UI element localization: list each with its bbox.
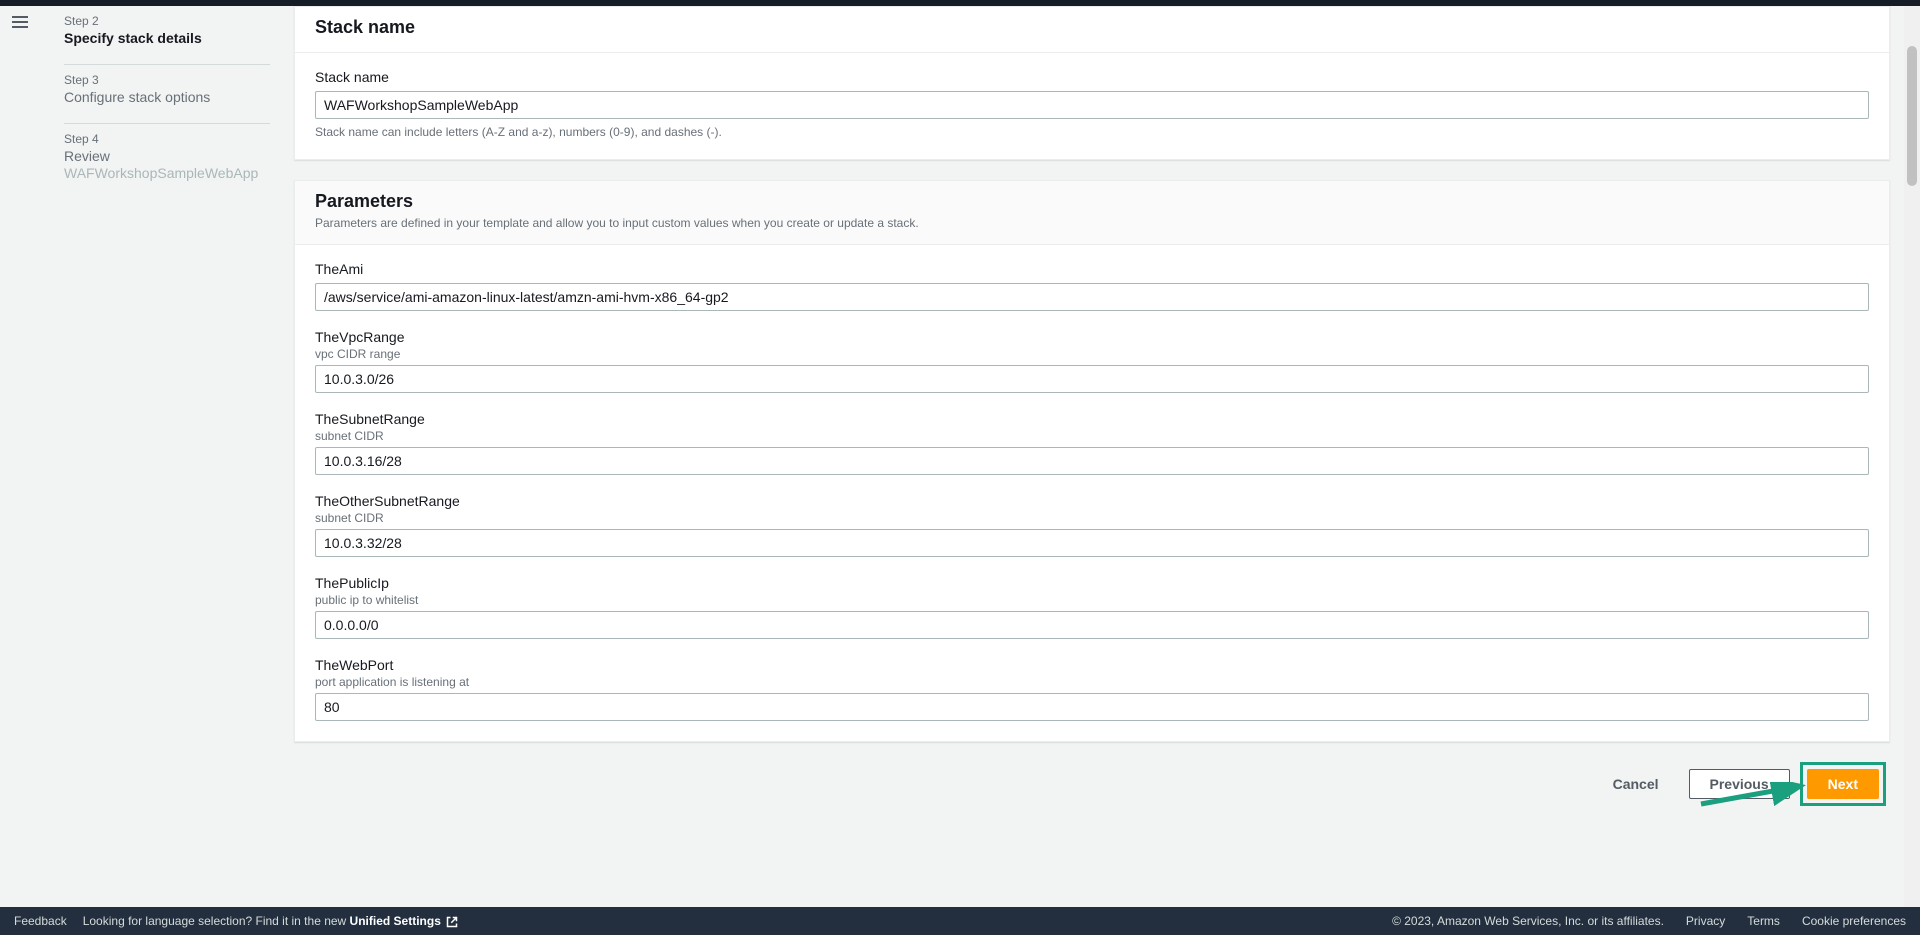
stack-name-input[interactable]: [315, 91, 1869, 119]
vertical-scrollbar[interactable]: [1904, 6, 1920, 907]
parameters-desc: Parameters are defined in your template …: [315, 216, 1869, 230]
step-subtitle: WAFWorkshopSampleWebApp: [64, 164, 270, 184]
step-title: Review: [64, 148, 270, 164]
param-sub: public ip to whitelist: [315, 593, 1869, 607]
param-label: TheAmi: [315, 261, 1869, 277]
next-button[interactable]: Next: [1807, 769, 1879, 799]
footer-copyright: © 2023, Amazon Web Services, Inc. or its…: [1392, 914, 1664, 928]
cancel-button[interactable]: Cancel: [1593, 770, 1679, 798]
param-thevpcrange: TheVpcRange vpc CIDR range: [315, 329, 1869, 393]
step-label: Step 3: [64, 73, 270, 87]
wizard-sidebar: Step 2 Specify stack details Step 3 Conf…: [40, 6, 294, 907]
step-title: Specify stack details: [64, 30, 270, 46]
param-input-thesubnetrange[interactable]: [315, 447, 1869, 475]
param-input-thepublicip[interactable]: [315, 611, 1869, 639]
terms-link[interactable]: Terms: [1747, 914, 1780, 928]
footer-lang-text: Looking for language selection? Find it …: [83, 914, 459, 928]
param-theothersubnetrange: TheOtherSubnetRange subnet CIDR: [315, 493, 1869, 557]
wizard-step-4[interactable]: Step 4 Review WAFWorkshopSampleWebApp: [64, 124, 270, 202]
stack-name-heading: Stack name: [315, 17, 1869, 38]
stack-name-label: Stack name: [315, 69, 1869, 85]
step-title: Configure stack options: [64, 89, 270, 105]
param-label: ThePublicIp: [315, 575, 1869, 591]
unified-settings-link[interactable]: Unified Settings: [350, 914, 459, 928]
parameters-panel: Parameters Parameters are defined in you…: [294, 180, 1890, 742]
scrollbar-thumb[interactable]: [1907, 46, 1917, 186]
external-link-icon: [446, 916, 458, 928]
parameters-heading: Parameters: [315, 191, 1869, 212]
wizard-step-2[interactable]: Step 2 Specify stack details: [64, 6, 270, 65]
step-label: Step 4: [64, 132, 270, 146]
param-input-thewebport[interactable]: [315, 693, 1869, 721]
param-label: TheSubnetRange: [315, 411, 1869, 427]
param-thepublicip: ThePublicIp public ip to whitelist: [315, 575, 1869, 639]
stack-name-panel: Stack name Stack name Stack name can inc…: [294, 6, 1890, 160]
param-sub: subnet CIDR: [315, 511, 1869, 525]
stack-name-help: Stack name can include letters (A-Z and …: [315, 125, 1869, 139]
param-sub: subnet CIDR: [315, 429, 1869, 443]
param-input-theami[interactable]: [315, 283, 1869, 311]
param-label: TheOtherSubnetRange: [315, 493, 1869, 509]
wizard-step-3[interactable]: Step 3 Configure stack options: [64, 65, 270, 124]
privacy-link[interactable]: Privacy: [1686, 914, 1725, 928]
previous-button[interactable]: Previous: [1689, 769, 1790, 799]
next-button-highlight: Next: [1800, 762, 1886, 806]
param-sub: port application is listening at: [315, 675, 1869, 689]
param-thesubnetrange: TheSubnetRange subnet CIDR: [315, 411, 1869, 475]
footer: Feedback Looking for language selection?…: [0, 907, 1920, 935]
cookie-preferences-link[interactable]: Cookie preferences: [1802, 914, 1906, 928]
step-label: Step 2: [64, 14, 270, 28]
param-input-thevpcrange[interactable]: [315, 365, 1869, 393]
wizard-buttons: Cancel Previous Next: [294, 762, 1890, 806]
param-input-theothersubnetrange[interactable]: [315, 529, 1869, 557]
param-sub: vpc CIDR range: [315, 347, 1869, 361]
param-label: TheVpcRange: [315, 329, 1869, 345]
feedback-link[interactable]: Feedback: [14, 914, 67, 928]
menu-toggle-icon[interactable]: [12, 16, 28, 28]
param-label: TheWebPort: [315, 657, 1869, 673]
param-thewebport: TheWebPort port application is listening…: [315, 657, 1869, 721]
param-theami: TheAmi: [315, 261, 1869, 311]
